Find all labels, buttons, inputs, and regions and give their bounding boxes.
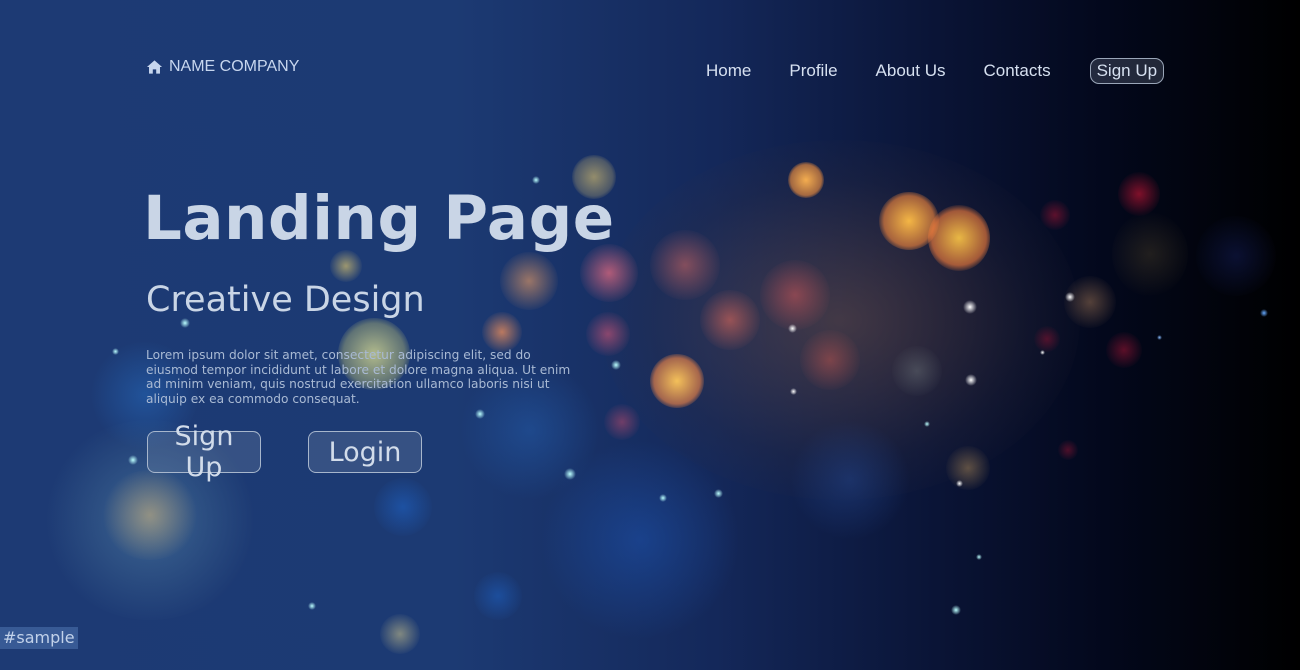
nav-link-profile[interactable]: Profile (789, 59, 837, 83)
nav-link-home[interactable]: Home (706, 59, 751, 83)
signup-button[interactable]: Sign Up (147, 421, 261, 483)
login-button[interactable]: Login (308, 431, 422, 473)
hero-subtitle: Creative Design (146, 280, 425, 320)
top-navigation: NAME COMPANY Home Profile About Us Conta… (0, 58, 1300, 84)
nav-signup-button[interactable]: Sign Up (1089, 58, 1165, 84)
hero-description: Lorem ipsum dolor sit amet, consectetur … (146, 348, 571, 406)
nav-link-about-us[interactable]: About Us (876, 59, 946, 83)
sample-watermark: #sample (0, 627, 78, 649)
brand-logo-link[interactable]: NAME COMPANY (146, 58, 299, 76)
nav-link-contacts[interactable]: Contacts (983, 59, 1050, 83)
home-icon (146, 60, 163, 74)
bokeh-background (0, 0, 1300, 670)
hero-title: Landing Page (143, 183, 615, 254)
brand-name: NAME COMPANY (169, 58, 300, 75)
nav-links: Home Profile About Us Contacts Sign Up (706, 58, 1165, 84)
